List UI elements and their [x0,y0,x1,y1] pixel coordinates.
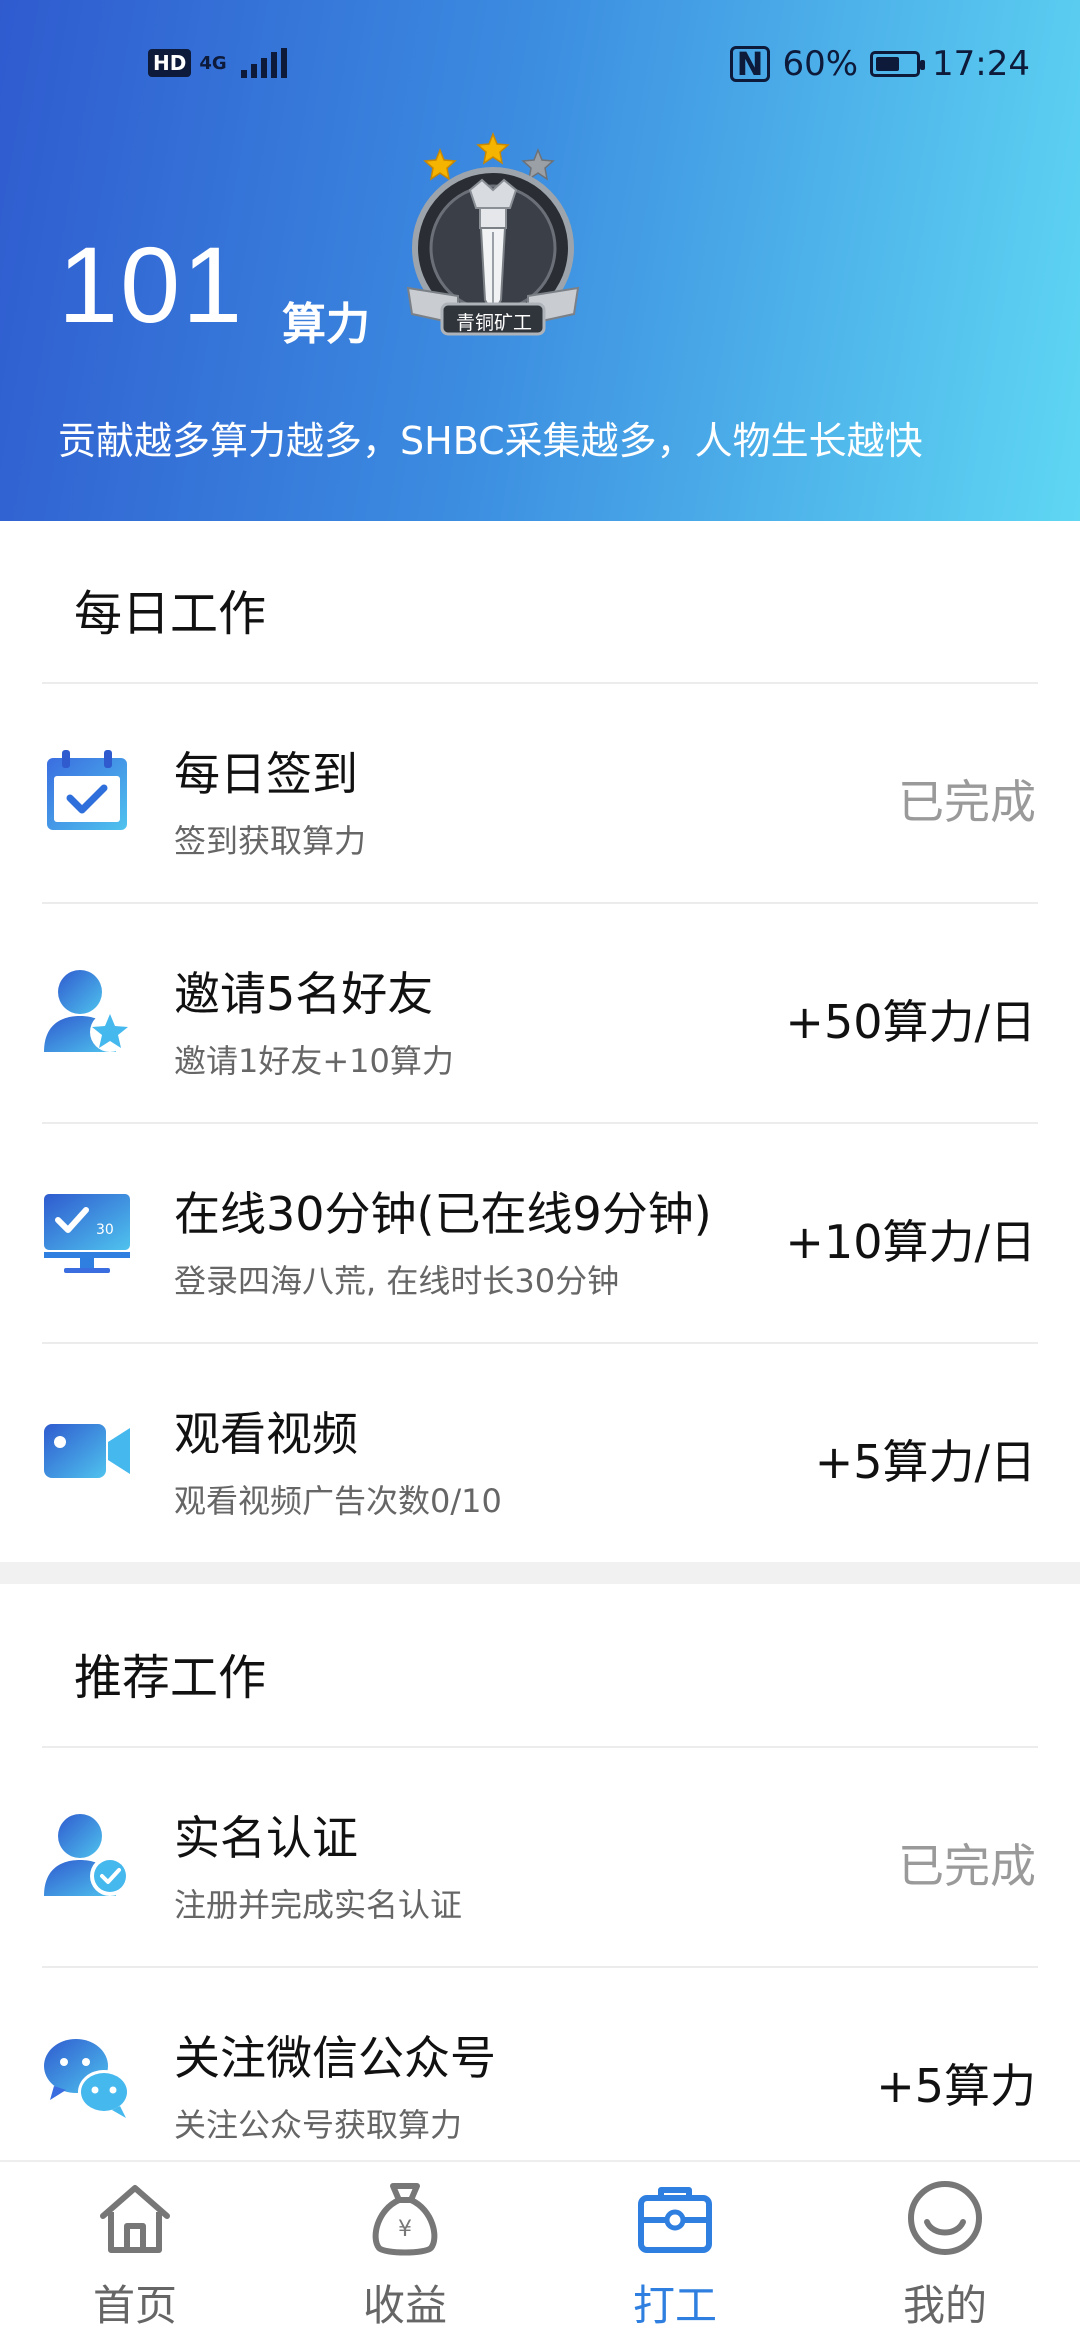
battery-percent: 60% [782,44,859,84]
rank-badge[interactable]: 青铜矿工 [398,128,588,356]
power-value: 101 [58,224,245,345]
rank-label: 青铜矿工 [455,312,532,334]
nav-label: 首页 [92,2281,177,2330]
task-reward: +50算力/日 [785,995,1036,1049]
task-reward: +10算力/日 [785,1215,1036,1269]
wechat-icon [44,2039,130,2118]
task-subtitle: 邀请1好友+10算力 [174,1042,454,1080]
task-subtitle: 关注公众号获取算力 [174,2106,463,2144]
nav-label: 我的 [902,2281,987,2330]
network-label: 4G [199,52,227,74]
section-gap [0,1562,1080,1584]
task-daily-checkin[interactable]: 每日签到 签到获取算力 已完成 [0,684,1080,902]
smiley-icon [908,2181,982,2255]
task-title: 观看视频 [174,1407,358,1461]
task-online-30min[interactable]: 30 在线30分钟(已在线9分钟) 登录四海八荒, 在线时长30分钟 +10算力… [0,1124,1080,1342]
nfc-icon: N [729,46,771,82]
task-subtitle: 签到获取算力 [174,822,367,860]
user-verified-icon [44,1814,130,1896]
task-subtitle: 登录四海八荒, 在线时长30分钟 [174,1262,620,1300]
status-left: HD 4G [148,48,287,78]
recommended-section-title: 推荐工作 [74,1650,267,1706]
task-title: 关注微信公众号 [174,2031,496,2085]
nav-home[interactable]: 首页 [0,2162,270,2340]
task-reward: +5算力/日 [814,1435,1036,1489]
task-title: 在线30分钟(已在线9分钟) [174,1187,712,1241]
task-follow-wechat[interactable]: 关注微信公众号 关注公众号获取算力 +5算力 [0,1968,1080,2186]
money-bag-icon: ¥ [372,2183,438,2256]
task-subtitle: 观看视频广告次数0/10 [174,1482,502,1520]
svg-text:¥: ¥ [398,2217,412,2242]
signal-icon [240,48,287,78]
task-invite-friends[interactable]: 邀请5名好友 邀请1好友+10算力 +50算力/日 [0,904,1080,1122]
status-bar: HD 4G N 60% 17:24 [0,40,1080,92]
tagline: 贡献越多算力越多，SHBC采集越多，人物生长越快 [58,419,923,463]
bottom-nav: 首页 ¥ 收益 打工 我的 [0,2160,1080,2340]
calendar-check-icon [47,750,127,830]
task-title: 邀请5名好友 [174,967,434,1021]
toolbox-icon [638,2187,712,2253]
task-subtitle: 注册并完成实名认证 [174,1886,463,1924]
nav-work[interactable]: 打工 [540,2162,810,2340]
user-star-icon [44,970,130,1052]
nav-label: 打工 [632,2281,717,2330]
home-icon [100,2185,170,2253]
status-right: N 60% 17:24 [729,44,1030,84]
video-camera-icon [44,1424,130,1478]
task-real-name-verify[interactable]: 实名认证 注册并完成实名认证 已完成 [0,1748,1080,1966]
nav-profile[interactable]: 我的 [810,2162,1080,2340]
svg-text:30: 30 [96,1222,114,1238]
battery-icon [870,51,926,77]
power-unit: 算力 [282,299,370,350]
battery-fill [876,57,900,71]
daily-section-title: 每日工作 [74,586,267,642]
task-title: 实名认证 [174,1811,358,1865]
task-title: 每日签到 [174,747,358,801]
hd-badge: HD [148,49,192,77]
nav-earnings[interactable]: ¥ 收益 [270,2162,540,2340]
nav-label: 收益 [362,2281,447,2330]
clock: 17:24 [932,44,1030,84]
header-banner: HD 4G N 60% 17:24 101 算力 青铜矿工 贡献越多算力越多，S… [0,0,1080,521]
monitor-icon: 30 [44,1194,130,1273]
task-status: 已完成 [898,775,1036,829]
task-watch-video[interactable]: 观看视频 观看视频广告次数0/10 +5算力/日 [0,1344,1080,1562]
task-status: 已完成 [898,1839,1036,1893]
task-reward: +5算力 [876,2059,1036,2113]
